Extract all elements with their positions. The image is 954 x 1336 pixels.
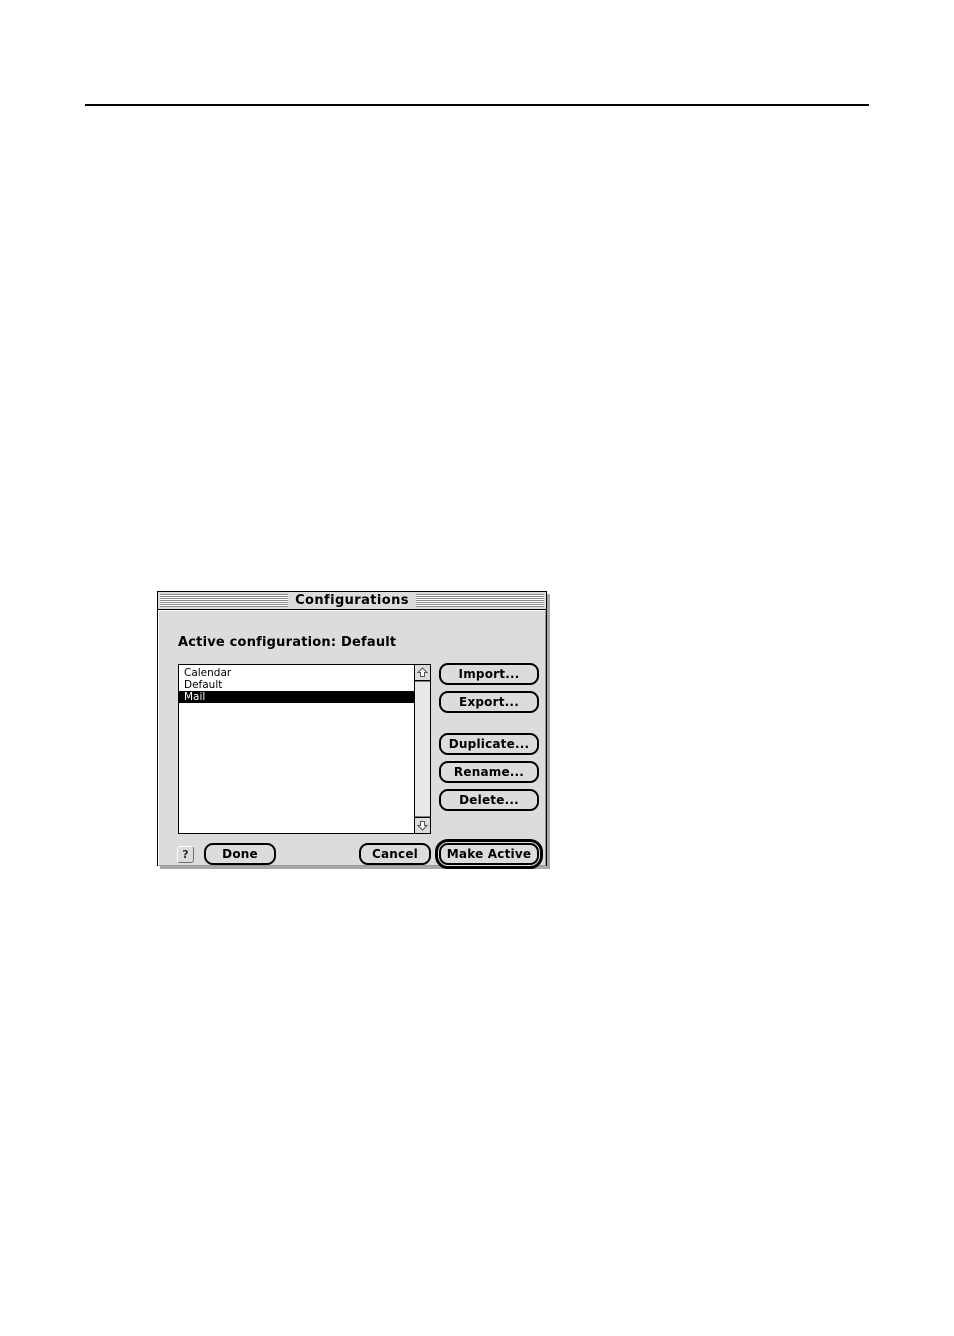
- dialog-body: Active configuration: Default Calendar D…: [158, 610, 546, 869]
- help-question-mark-icon[interactable]: ?: [177, 846, 194, 863]
- list-item[interactable]: Mail: [179, 691, 414, 703]
- scroll-down-arrow-icon[interactable]: [415, 817, 430, 833]
- make-active-button[interactable]: Make Active: [439, 843, 539, 865]
- dialog-title: Configurations: [158, 593, 546, 609]
- list-scrollbar[interactable]: [414, 665, 430, 833]
- duplicate-button[interactable]: Duplicate...: [439, 733, 539, 755]
- delete-button[interactable]: Delete...: [439, 789, 539, 811]
- dialog-title-text: Configurations: [288, 593, 416, 608]
- configurations-listbox[interactable]: Calendar Default Mail: [178, 664, 431, 834]
- rename-button[interactable]: Rename...: [439, 761, 539, 783]
- scrollbar-track[interactable]: [415, 681, 430, 817]
- list-item[interactable]: Calendar: [179, 667, 414, 679]
- done-button[interactable]: Done: [204, 843, 276, 865]
- import-button[interactable]: Import...: [439, 663, 539, 685]
- configurations-list: Calendar Default Mail: [179, 665, 414, 703]
- page-horizontal-rule: [85, 104, 869, 106]
- active-configuration-label: Active configuration: Default: [178, 635, 397, 650]
- scroll-up-arrow-icon[interactable]: [415, 665, 430, 681]
- cancel-button[interactable]: Cancel: [359, 843, 431, 865]
- list-item[interactable]: Default: [179, 679, 414, 691]
- configurations-dialog: Configurations Active configuration: Def…: [157, 591, 547, 869]
- export-button[interactable]: Export...: [439, 691, 539, 713]
- dialog-titlebar[interactable]: Configurations: [158, 592, 546, 610]
